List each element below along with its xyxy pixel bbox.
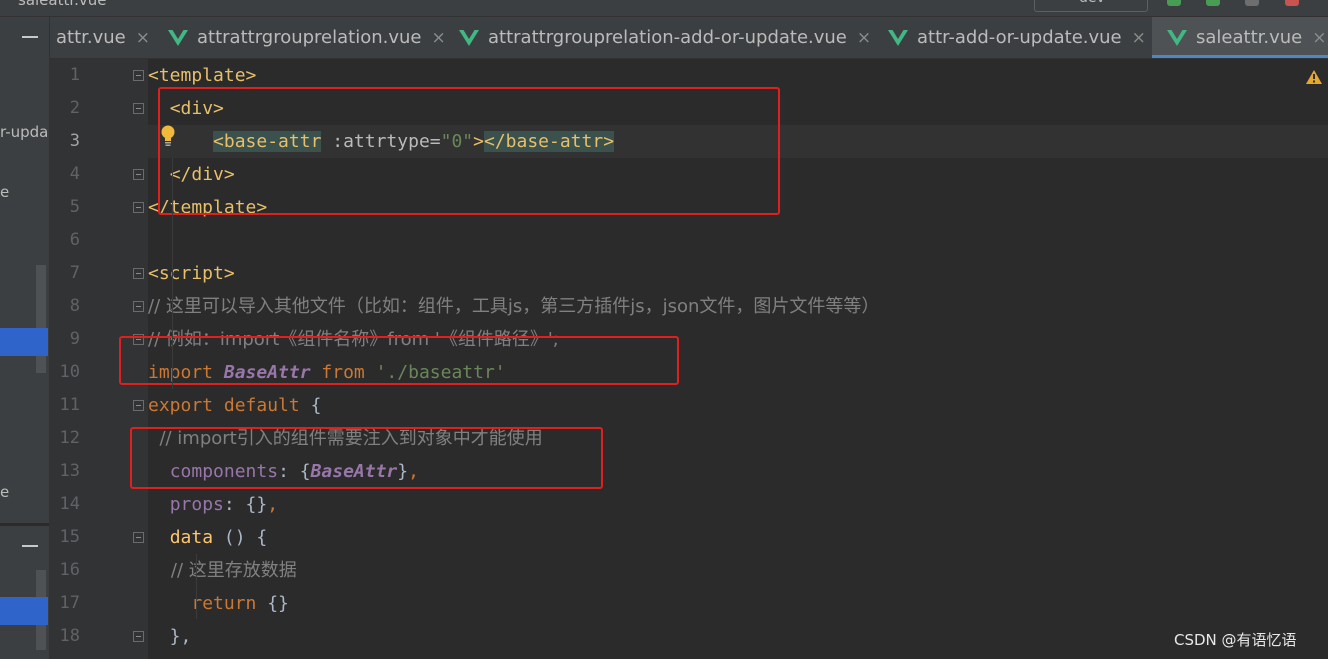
indent-guide [172, 158, 173, 389]
close-icon[interactable]: × [432, 28, 446, 48]
tab-label: saleattr.vue [1196, 27, 1303, 48]
fold-marker-icon[interactable] [133, 169, 144, 180]
panel-divider [0, 523, 49, 526]
annotation-box-import [119, 336, 679, 385]
code-token: data [169, 527, 214, 548]
line-number: 5 [69, 197, 80, 217]
profile-icon[interactable] [1245, 0, 1259, 6]
tab-saleattr-vue[interactable]: saleattr.vue × [1152, 17, 1328, 58]
tab-attr-add-or-update-vue[interactable]: attr-add-or-update.vue × [887, 17, 1146, 58]
line-number: 2 [69, 98, 80, 118]
vue-icon [888, 29, 908, 46]
close-icon[interactable]: × [1312, 28, 1326, 48]
line-number: 16 [59, 560, 80, 580]
warning-icon[interactable] [1305, 69, 1323, 85]
line-number: 7 [69, 263, 80, 283]
code-token: () { [213, 527, 268, 548]
tree-item-fragment[interactable]: r-upda [0, 123, 48, 141]
tree-item-fragment[interactable]: e [0, 483, 9, 501]
close-icon[interactable]: × [857, 28, 871, 48]
fold-marker-icon[interactable] [133, 631, 144, 642]
code-token: }, [148, 626, 192, 647]
fold-marker-icon[interactable] [133, 103, 144, 114]
window-title: saleattr.vue [18, 0, 107, 9]
line-number: 4 [69, 164, 80, 184]
code-token: export default [148, 395, 311, 416]
run-config-selector[interactable]: dev [1034, 0, 1148, 12]
fold-marker-icon[interactable] [133, 532, 144, 543]
line-number: 11 [59, 395, 80, 415]
code-token: // 这里可以导入其他文件（比如：组件，工具js，第三方插件js，json文件，… [148, 296, 880, 317]
line-number: 14 [59, 494, 80, 514]
close-icon[interactable]: × [136, 28, 150, 48]
fold-marker-icon[interactable] [133, 301, 144, 312]
watermark: CSDN @有语忆语 [1174, 631, 1297, 649]
code-token: : {} [223, 494, 268, 515]
line-number: 10 [59, 362, 80, 382]
code-editor[interactable]: 1 2 3 4 5 6 7 8 9 10 11 12 13 14 15 16 17 18 <template> <… [50, 59, 1328, 659]
vue-icon [1167, 29, 1187, 46]
code-token: <template> [148, 65, 257, 86]
fold-marker-icon[interactable] [133, 268, 144, 279]
panel-scrollbar[interactable] [36, 265, 46, 373]
vue-icon [459, 29, 479, 46]
editor-tab-bar: attr.vue × attrattrgrouprelation.vue × a… [50, 17, 1328, 59]
code-line[interactable]: return {} [148, 587, 289, 620]
tab-attrattrgrouprelation-vue[interactable]: attrattrgrouprelation.vue × [167, 17, 446, 58]
line-number: 8 [69, 296, 80, 316]
tab-attr-vue[interactable]: attr.vue × [56, 17, 150, 58]
line-number: 17 [59, 593, 80, 613]
code-token: {} [267, 593, 289, 614]
annotation-box-components [130, 427, 603, 489]
tab-label: attrattrgrouprelation-add-or-update.vue [488, 27, 847, 48]
tab-label: attr.vue [56, 27, 126, 48]
fold-marker-icon[interactable] [133, 70, 144, 81]
title-bar: saleattr.vue dev [0, 0, 1328, 17]
annotation-box-template [158, 87, 780, 215]
code-token: // 这里存放数据 [148, 560, 297, 581]
code-line[interactable]: <script> [148, 257, 235, 290]
tree-item-fragment[interactable]: e [0, 183, 9, 201]
code-line[interactable]: }, [148, 620, 192, 653]
ide-window: saleattr.vue dev r-upda e e attr.vue × a… [0, 0, 1328, 659]
code-token: props [169, 494, 224, 515]
code-line[interactable]: export default { [148, 389, 321, 422]
code-token: { [310, 395, 322, 416]
run-config-label: dev [1079, 0, 1105, 6]
code-token: , [267, 494, 279, 515]
line-number: 12 [59, 428, 80, 448]
line-number: 13 [59, 461, 80, 481]
tab-label: attr-add-or-update.vue [917, 27, 1122, 48]
tab-label: attrattrgrouprelation.vue [197, 27, 422, 48]
line-number: 6 [69, 230, 80, 250]
line-number: 15 [59, 527, 80, 547]
tree-item-selected[interactable] [0, 328, 48, 356]
code-line[interactable]: data () { [148, 521, 268, 554]
code-line[interactable]: props: {}, [148, 488, 278, 521]
fold-marker-icon[interactable] [133, 202, 144, 213]
line-number: 1 [69, 65, 80, 85]
collapse-panel-icon[interactable] [22, 545, 38, 547]
line-number: 18 [59, 626, 80, 646]
vue-icon [168, 29, 188, 46]
fold-marker-icon[interactable] [133, 400, 144, 411]
stop-icon[interactable] [1285, 0, 1299, 6]
code-token: return [191, 593, 268, 614]
code-line[interactable]: // 这里存放数据 [148, 554, 297, 587]
tree-item-selected[interactable] [0, 597, 48, 625]
close-icon[interactable]: × [1132, 28, 1146, 48]
debug-icon[interactable] [1206, 0, 1220, 6]
code-token: <script> [148, 263, 235, 284]
refresh-icon[interactable] [1167, 0, 1181, 6]
code-line[interactable]: // 这里可以导入其他文件（比如：组件，工具js，第三方插件js，json文件，… [148, 290, 879, 323]
line-number: 3 [69, 131, 80, 151]
project-panel: r-upda e e [0, 17, 50, 659]
tab-attrattrgrouprelation-add-or-update-vue[interactable]: attrattrgrouprelation-add-or-update.vue … [458, 17, 871, 58]
line-number: 9 [69, 329, 80, 349]
collapse-panel-icon[interactable] [22, 36, 38, 38]
indent-guide [196, 554, 197, 619]
